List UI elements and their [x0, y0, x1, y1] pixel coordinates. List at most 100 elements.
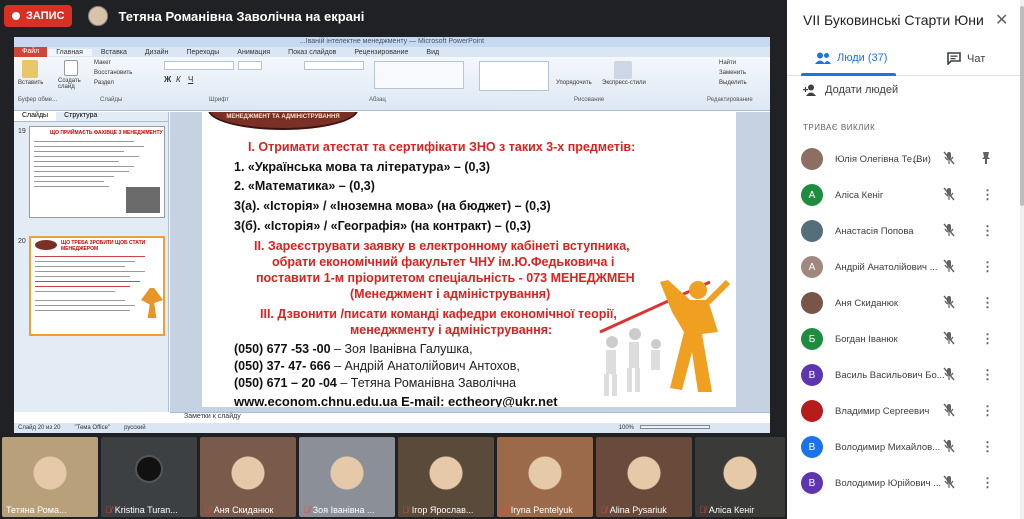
more-options-icon[interactable]: ⋮ — [981, 439, 994, 455]
logo-text: МЕНЕДЖМЕНТ ТА АДМІНІСТРУВАННЯ — [226, 114, 340, 120]
font-size-box[interactable] — [238, 61, 262, 70]
paragraph-controls[interactable] — [304, 61, 364, 70]
close-icon[interactable]: ✕ — [995, 10, 1008, 30]
slide-line-10: ІІІ. Дзвонити /писати команді кафедри ек… — [260, 307, 617, 321]
participant-row[interactable]: Юлія Олегівна Те... (Ви) — [801, 143, 1011, 175]
mic-off-icon — [943, 367, 955, 384]
contact-1-phone: (050) 677 -53 -00 — [234, 342, 331, 356]
mic-off-icon: 🎙̸ — [105, 505, 112, 515]
tile-label: 🎙̸ Аліса Кеніг — [699, 505, 783, 515]
shapes-gallery[interactable] — [479, 61, 549, 91]
participant-row[interactable]: В Володимир Юрійович ... ⋮ — [801, 467, 1011, 499]
mic-off-icon — [943, 475, 955, 492]
tab-outline[interactable]: Структура — [56, 112, 105, 121]
avatar: В — [801, 472, 823, 494]
participant-name: Василь Васильович Бо... — [835, 369, 945, 381]
participant-row[interactable]: Б Богдан Іванюк ⋮ — [801, 323, 1011, 355]
more-options-icon[interactable]: ⋮ — [981, 403, 994, 419]
ppt-tab-design[interactable]: Дизайн — [136, 49, 178, 56]
avatar: А — [801, 256, 823, 278]
more-options-icon[interactable]: ⋮ — [981, 331, 994, 347]
more-options-icon[interactable]: ⋮ — [981, 475, 994, 491]
tab-people[interactable]: Люди (37) — [815, 52, 887, 64]
mic-off-icon: 🎙̸ — [303, 505, 310, 515]
more-options-icon[interactable]: ⋮ — [981, 295, 994, 311]
add-people-button[interactable]: Додати людей — [803, 84, 898, 96]
scrollbar-thumb[interactable] — [1020, 6, 1024, 206]
reset-button[interactable]: Восстановить — [94, 70, 132, 76]
participant-row[interactable]: А Андрій Анатолійович ... ⋮ — [801, 251, 1011, 283]
mic-off-icon — [943, 295, 955, 312]
mic-off-icon: 🎙̸ — [204, 505, 211, 515]
new-slide-button[interactable]: Создать слайд — [58, 78, 88, 90]
ppt-tab-animation[interactable]: Анимация — [228, 49, 279, 56]
paste-button[interactable]: Вставить — [18, 80, 43, 86]
ppt-tab-slideshow[interactable]: Показ слайдов — [279, 49, 345, 56]
font-name-box[interactable] — [164, 61, 234, 70]
video-tile[interactable]: Тетяна Рома... — [2, 437, 98, 517]
participant-row[interactable]: В Володимир Михайлов... ⋮ — [801, 431, 1011, 463]
contact-2-phone: (050) 37- 47- 666 — [234, 359, 331, 373]
mic-off-icon: 🎙̸ — [501, 505, 508, 515]
ppt-tab-review[interactable]: Рецензирование — [345, 49, 417, 56]
group-editing: Редактирование — [707, 97, 753, 103]
video-tile[interactable]: 🎙̸ Аня Скиданюк — [200, 437, 296, 517]
quick-styles-button[interactable]: Экспресс-стили — [602, 80, 646, 86]
video-tile[interactable]: 🎙̸ Alina Pysariuk — [596, 437, 692, 517]
layout-button[interactable]: Макет — [94, 60, 111, 66]
tab-slides[interactable]: Слайды — [14, 112, 57, 121]
slide-thumbnail-20[interactable]: ЩО ТРЕБА ЗРОБИТИ ЩОБ СТАТИ МЕНЕДЖЕРОМ — [29, 236, 165, 336]
tile-label: 🎙̸ Аня Скиданюк — [204, 505, 294, 515]
video-tile[interactable]: 🎙̸ Аліса Кеніг — [695, 437, 785, 517]
ppt-tab-transitions[interactable]: Переходы — [177, 49, 228, 56]
text-direction-group[interactable] — [374, 61, 464, 89]
video-tile[interactable]: 🎙̸ Iryna Pentelyuk — [497, 437, 593, 517]
pin-icon[interactable] — [981, 151, 991, 168]
ppt-status-bar: Слайд 20 из 20 "Тема Office" русский 100… — [14, 423, 770, 433]
bold-icon[interactable]: Ж — [164, 75, 171, 84]
replace-button[interactable]: Заменить — [719, 70, 746, 76]
thumb19-image — [126, 187, 160, 213]
select-button[interactable]: Выделить — [719, 80, 747, 86]
participant-row[interactable]: Анастасія Попова ⋮ — [801, 215, 1011, 247]
arrange-button[interactable]: Упорядочить — [556, 80, 592, 86]
zoom-slider[interactable] — [640, 425, 710, 429]
panel-scrollbar[interactable] — [1020, 0, 1024, 519]
more-options-icon[interactable]: ⋮ — [981, 367, 994, 383]
italic-icon[interactable]: К — [176, 75, 181, 84]
video-tile[interactable]: 🎙̸ Kristina Turan... — [101, 437, 197, 517]
notes-pane[interactable]: Заметки к слайду — [170, 412, 770, 422]
ppt-tab-view[interactable]: Вид — [417, 49, 448, 56]
participant-row[interactable]: Владимир Сергеевич ⋮ — [801, 395, 1011, 427]
tile-label: 🎙̸ Зоя Іванівна ... — [303, 505, 393, 515]
participant-row[interactable]: А Аліса Кеніг ⋮ — [801, 179, 1011, 211]
status-language: русский — [124, 425, 146, 431]
slide-line-7: обрати економічний факультет ЧНУ ім.Ю.Фе… — [272, 255, 615, 269]
more-options-icon[interactable]: ⋮ — [981, 223, 994, 239]
meet-top-bar: ЗАПИС Тетяна Романівна Заволічна на екра… — [0, 0, 786, 32]
participant-row[interactable]: Аня Скиданюк ⋮ — [801, 287, 1011, 319]
slide-thumbnail-19[interactable]: ЩО ПРИЙМАЄТЬ ФАХІВЦЕ З МЕНЕДЖМЕНТУ — [29, 126, 165, 218]
slide-website: www.econom.chnu.edu.ua E-mail: ectheory@… — [234, 394, 558, 407]
ppt-tab-file[interactable]: Файл — [14, 47, 48, 57]
tile-name: Ігор Ярослав... — [411, 505, 474, 515]
mic-off-icon — [943, 187, 955, 204]
chat-icon — [947, 52, 961, 65]
more-options-icon[interactable]: ⋮ — [981, 259, 994, 275]
video-tile[interactable]: 🎙̸ Зоя Іванівна ... — [299, 437, 395, 517]
video-tile[interactable]: 🎙̸ Ігор Ярослав... — [398, 437, 494, 517]
tab-chat[interactable]: Чат — [947, 52, 985, 65]
ppt-tab-home[interactable]: Главная — [47, 48, 92, 56]
participant-row[interactable]: В Василь Васильович Бо... ⋮ — [801, 359, 1011, 391]
more-options-icon[interactable]: ⋮ — [981, 187, 994, 203]
section-button[interactable]: Раздел — [94, 80, 114, 86]
people-tab-label: Люди (37) — [837, 52, 888, 64]
tile-name: Аня Скиданюк — [213, 505, 274, 515]
slide-line-6: ІІ. Зареєструвати заявку в електронному … — [254, 239, 630, 253]
find-button[interactable]: Найти — [719, 60, 736, 66]
avatar — [801, 220, 823, 242]
slide-line-9: (Менеджмент і адміністрування) — [350, 287, 551, 301]
underline-icon[interactable]: Ч — [188, 75, 193, 84]
ppt-tab-insert[interactable]: Вставка — [92, 49, 136, 56]
contact-2: (050) 37- 47- 666 – Андрій Анатолійович … — [234, 359, 520, 373]
